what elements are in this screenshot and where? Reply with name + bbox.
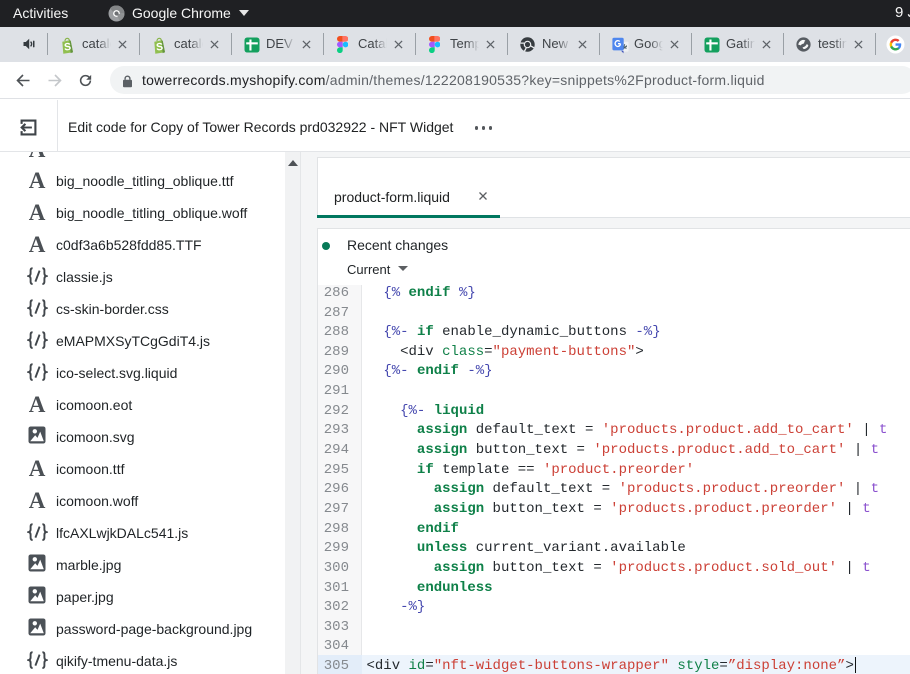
svg-text:S: S <box>156 41 164 54</box>
svg-text:S: S <box>64 41 72 54</box>
